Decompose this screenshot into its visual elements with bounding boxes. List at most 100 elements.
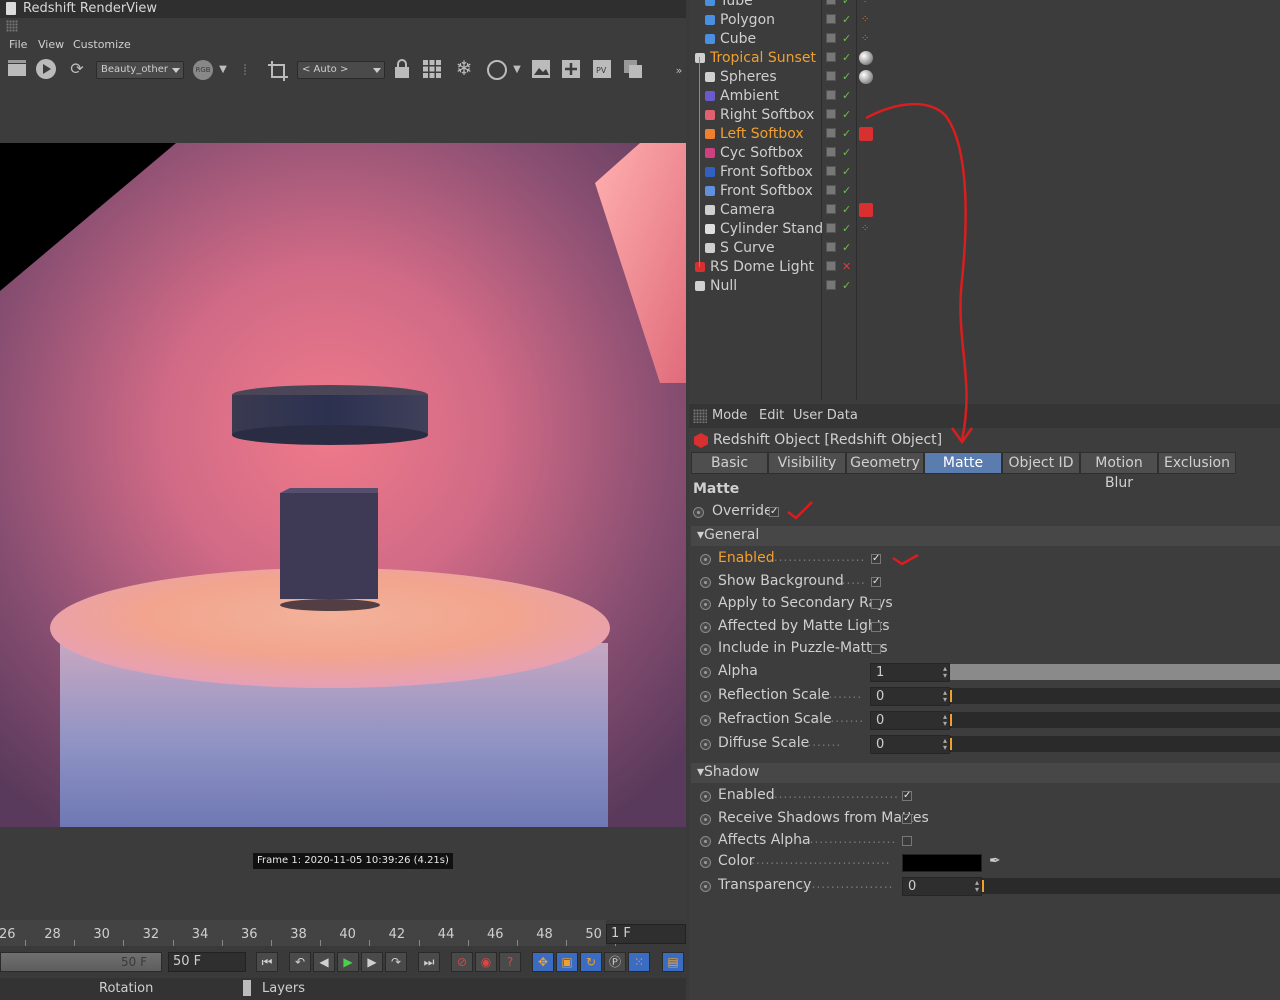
film-clapper-icon[interactable] — [6, 59, 28, 82]
rotate-key-icon[interactable]: ↻ — [580, 952, 602, 972]
redshift-tag-icon[interactable] — [859, 127, 873, 141]
picture-viewer-icon[interactable]: PV — [591, 59, 613, 84]
property-number-field[interactable]: 0 ▴ ▾ — [870, 687, 950, 706]
autokey-icon[interactable]: ◉ — [475, 952, 497, 972]
circle-dropdown-arrow-icon[interactable]: ▼ — [511, 60, 523, 80]
animation-radio-icon[interactable] — [700, 691, 711, 702]
property-slider[interactable] — [950, 664, 1280, 680]
layer-square-icon[interactable] — [826, 14, 836, 24]
enabled-check-icon[interactable]: ✓ — [842, 280, 851, 292]
panel-grip-icon[interactable] — [6, 20, 18, 32]
menu-view[interactable]: View — [38, 38, 64, 51]
crop-icon[interactable] — [266, 60, 290, 87]
layer-square-icon[interactable] — [826, 147, 836, 157]
next-key-button[interactable]: ↷ — [385, 952, 407, 972]
tab-exclusion[interactable]: Exclusion — [1158, 452, 1236, 474]
record-icon[interactable]: ⊘ — [451, 952, 473, 972]
menu-file[interactable]: File — [9, 38, 27, 51]
animation-radio-icon[interactable] — [700, 599, 711, 610]
lock-icon[interactable] — [392, 59, 412, 84]
phong-tag-icon[interactable]: ⁘ — [861, 33, 869, 45]
phong-tag-icon[interactable]: ⁘ — [861, 223, 869, 235]
material-tag-icon[interactable] — [859, 51, 873, 65]
tab-motion-blur[interactable]: Motion Blur — [1080, 452, 1158, 491]
previous-frame-button[interactable]: ◀ — [313, 952, 335, 972]
tab-basic[interactable]: Basic — [691, 452, 768, 474]
tab-object-id[interactable]: Object ID — [1002, 452, 1080, 474]
layer-square-icon[interactable] — [826, 0, 836, 5]
object-row[interactable]: Null ✓ — [689, 277, 1280, 296]
animation-radio-icon[interactable] — [700, 667, 711, 678]
refresh-icon[interactable]: ⟳ — [66, 59, 88, 79]
layer-square-icon[interactable] — [826, 185, 836, 195]
object-row[interactable]: RS Dome Light ✕ — [689, 258, 1280, 277]
enabled-check-icon[interactable]: ✓ — [842, 33, 851, 45]
tab-rotation[interactable]: Rotation — [99, 981, 153, 996]
object-row[interactable]: Tube ✓ ⁘ — [689, 0, 1280, 11]
object-row[interactable]: Cyc Softbox ✓ — [689, 144, 1280, 163]
end-frame-field[interactable]: 50 F — [168, 952, 246, 972]
param-key-icon[interactable]: Ⓟ — [604, 952, 626, 972]
property-checkbox[interactable]: ✓ — [902, 791, 912, 801]
menu-customize[interactable]: Customize — [73, 38, 131, 51]
animation-radio-icon[interactable] — [700, 881, 711, 892]
animation-radio-icon[interactable] — [700, 813, 711, 825]
render-play-icon[interactable] — [35, 58, 57, 85]
grid-key-icon[interactable]: ⁙ — [628, 952, 650, 972]
object-row[interactable]: Spheres ✓ — [689, 68, 1280, 87]
enabled-check-icon[interactable]: ✓ — [842, 204, 851, 216]
menu-user-data[interactable]: User Data — [793, 408, 858, 423]
tab-matte[interactable]: Matte — [924, 452, 1002, 474]
object-row[interactable]: S Curve ✓ — [689, 239, 1280, 258]
object-row[interactable]: Polygon ✓ ⁘ — [689, 11, 1280, 30]
scale-key-icon[interactable]: ▣ — [556, 952, 578, 972]
layer-square-icon[interactable] — [826, 109, 836, 119]
circle-select-icon[interactable] — [485, 59, 509, 86]
property-number-field[interactable]: 0 ▴ ▾ — [870, 711, 950, 730]
object-row[interactable]: Cube ✓ ⁘ — [689, 30, 1280, 49]
object-row[interactable]: Tropical Sunset ✓ — [689, 49, 1280, 68]
animation-radio-icon[interactable] — [700, 621, 711, 633]
group-general[interactable]: ▾General — [691, 526, 1280, 546]
animation-radio-icon[interactable] — [700, 715, 711, 726]
enabled-check-icon[interactable]: ✓ — [842, 185, 851, 197]
animation-radio-icon[interactable] — [700, 644, 711, 655]
animation-radio-icon[interactable] — [693, 507, 704, 518]
layer-square-icon[interactable] — [826, 33, 836, 43]
eyedropper-icon[interactable]: ✒ — [989, 853, 1001, 869]
grid-icon[interactable] — [421, 59, 443, 84]
enabled-check-icon[interactable]: ✓ — [842, 71, 851, 83]
copy-image-icon[interactable] — [622, 59, 644, 84]
enabled-check-icon[interactable]: ✓ — [842, 223, 851, 235]
film-strip-icon[interactable]: ▤ — [662, 952, 684, 972]
enabled-check-icon[interactable]: ✓ — [842, 0, 851, 7]
layer-square-icon[interactable] — [826, 52, 836, 62]
layer-square-icon[interactable] — [826, 261, 836, 271]
next-frame-button[interactable]: ▶ — [361, 952, 383, 972]
image-icon[interactable] — [530, 59, 552, 84]
layer-square-icon[interactable] — [826, 71, 836, 81]
layer-square-icon[interactable] — [826, 223, 836, 233]
property-checkbox[interactable]: ✓ — [871, 554, 881, 564]
enabled-check-icon[interactable]: ✓ — [842, 128, 851, 140]
go-to-start-button[interactable]: ⏮ — [256, 952, 278, 972]
animation-radio-icon[interactable] — [700, 554, 711, 565]
object-row[interactable]: Right Softbox ✓ — [689, 106, 1280, 125]
property-checkbox[interactable]: ✓ — [871, 576, 881, 587]
property-slider[interactable] — [950, 688, 1280, 704]
property-checkbox[interactable] — [902, 836, 912, 846]
property-checkbox[interactable] — [871, 621, 881, 632]
object-row[interactable]: Left Softbox ✓ — [689, 125, 1280, 144]
enabled-check-icon[interactable]: ✓ — [842, 109, 851, 121]
play-button[interactable]: ▶ — [337, 952, 359, 972]
material-tag-icon[interactable] — [859, 70, 873, 84]
phong-tag-icon[interactable]: ⁘ — [861, 0, 869, 7]
object-row[interactable]: Front Softbox ✓ — [689, 182, 1280, 201]
rgb-dropdown-arrow-icon[interactable]: ▼ — [216, 60, 230, 80]
tab-layers[interactable]: Layers — [262, 981, 305, 996]
property-checkbox[interactable] — [871, 599, 881, 609]
animation-radio-icon[interactable] — [700, 791, 711, 802]
menu-edit[interactable]: Edit — [759, 408, 784, 423]
rgb-channel-icon[interactable]: RGB — [193, 60, 215, 80]
enabled-check-icon[interactable]: ✓ — [842, 147, 851, 159]
